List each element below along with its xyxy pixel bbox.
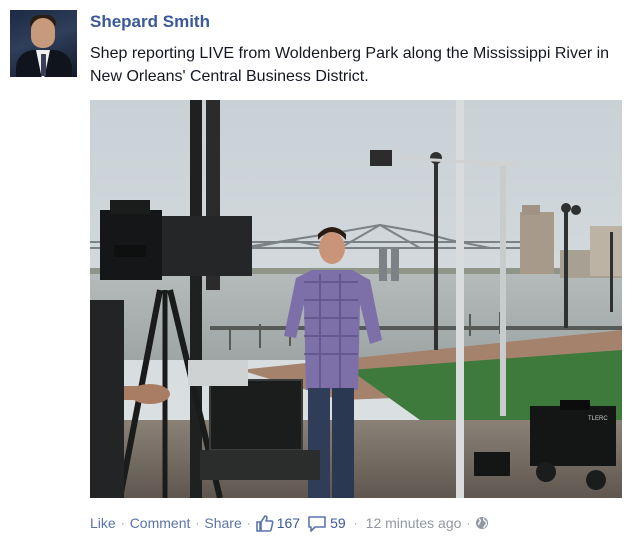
like-link[interactable]: Like [90,515,116,531]
separator: · [195,516,200,530]
stage-light [370,150,392,166]
post-timestamp[interactable]: 12 minutes ago [366,515,462,531]
railing [210,326,622,330]
avatar-tie [41,54,46,76]
author-name[interactable]: Shepard Smith [90,12,210,32]
separator: · [120,516,125,530]
avatar-face [31,18,55,48]
post-actions-bar: Like · Comment · Share · 167 59 · 12 min… [90,513,489,533]
separator: · [466,516,471,530]
light-stand-2 [500,166,506,416]
comment-count[interactable]: 59 [330,515,346,531]
comment-bubble-icon[interactable] [307,515,327,532]
light-stand-pole [456,100,464,498]
post-message: Shep reporting LIVE from Woldenberg Park… [90,45,610,85]
like-count[interactable]: 167 [277,515,300,531]
dark-pole [190,100,202,498]
globe-icon[interactable] [475,516,489,530]
post-photo[interactable]: TLERC [90,100,622,498]
thumbs-up-icon[interactable] [255,514,274,532]
share-link[interactable]: Share [204,515,241,531]
separator: · [246,516,251,530]
comment-link[interactable]: Comment [130,515,191,531]
author-avatar[interactable] [10,10,77,77]
light-kit-sign: TLERC [588,416,608,422]
separator: · [353,516,358,530]
